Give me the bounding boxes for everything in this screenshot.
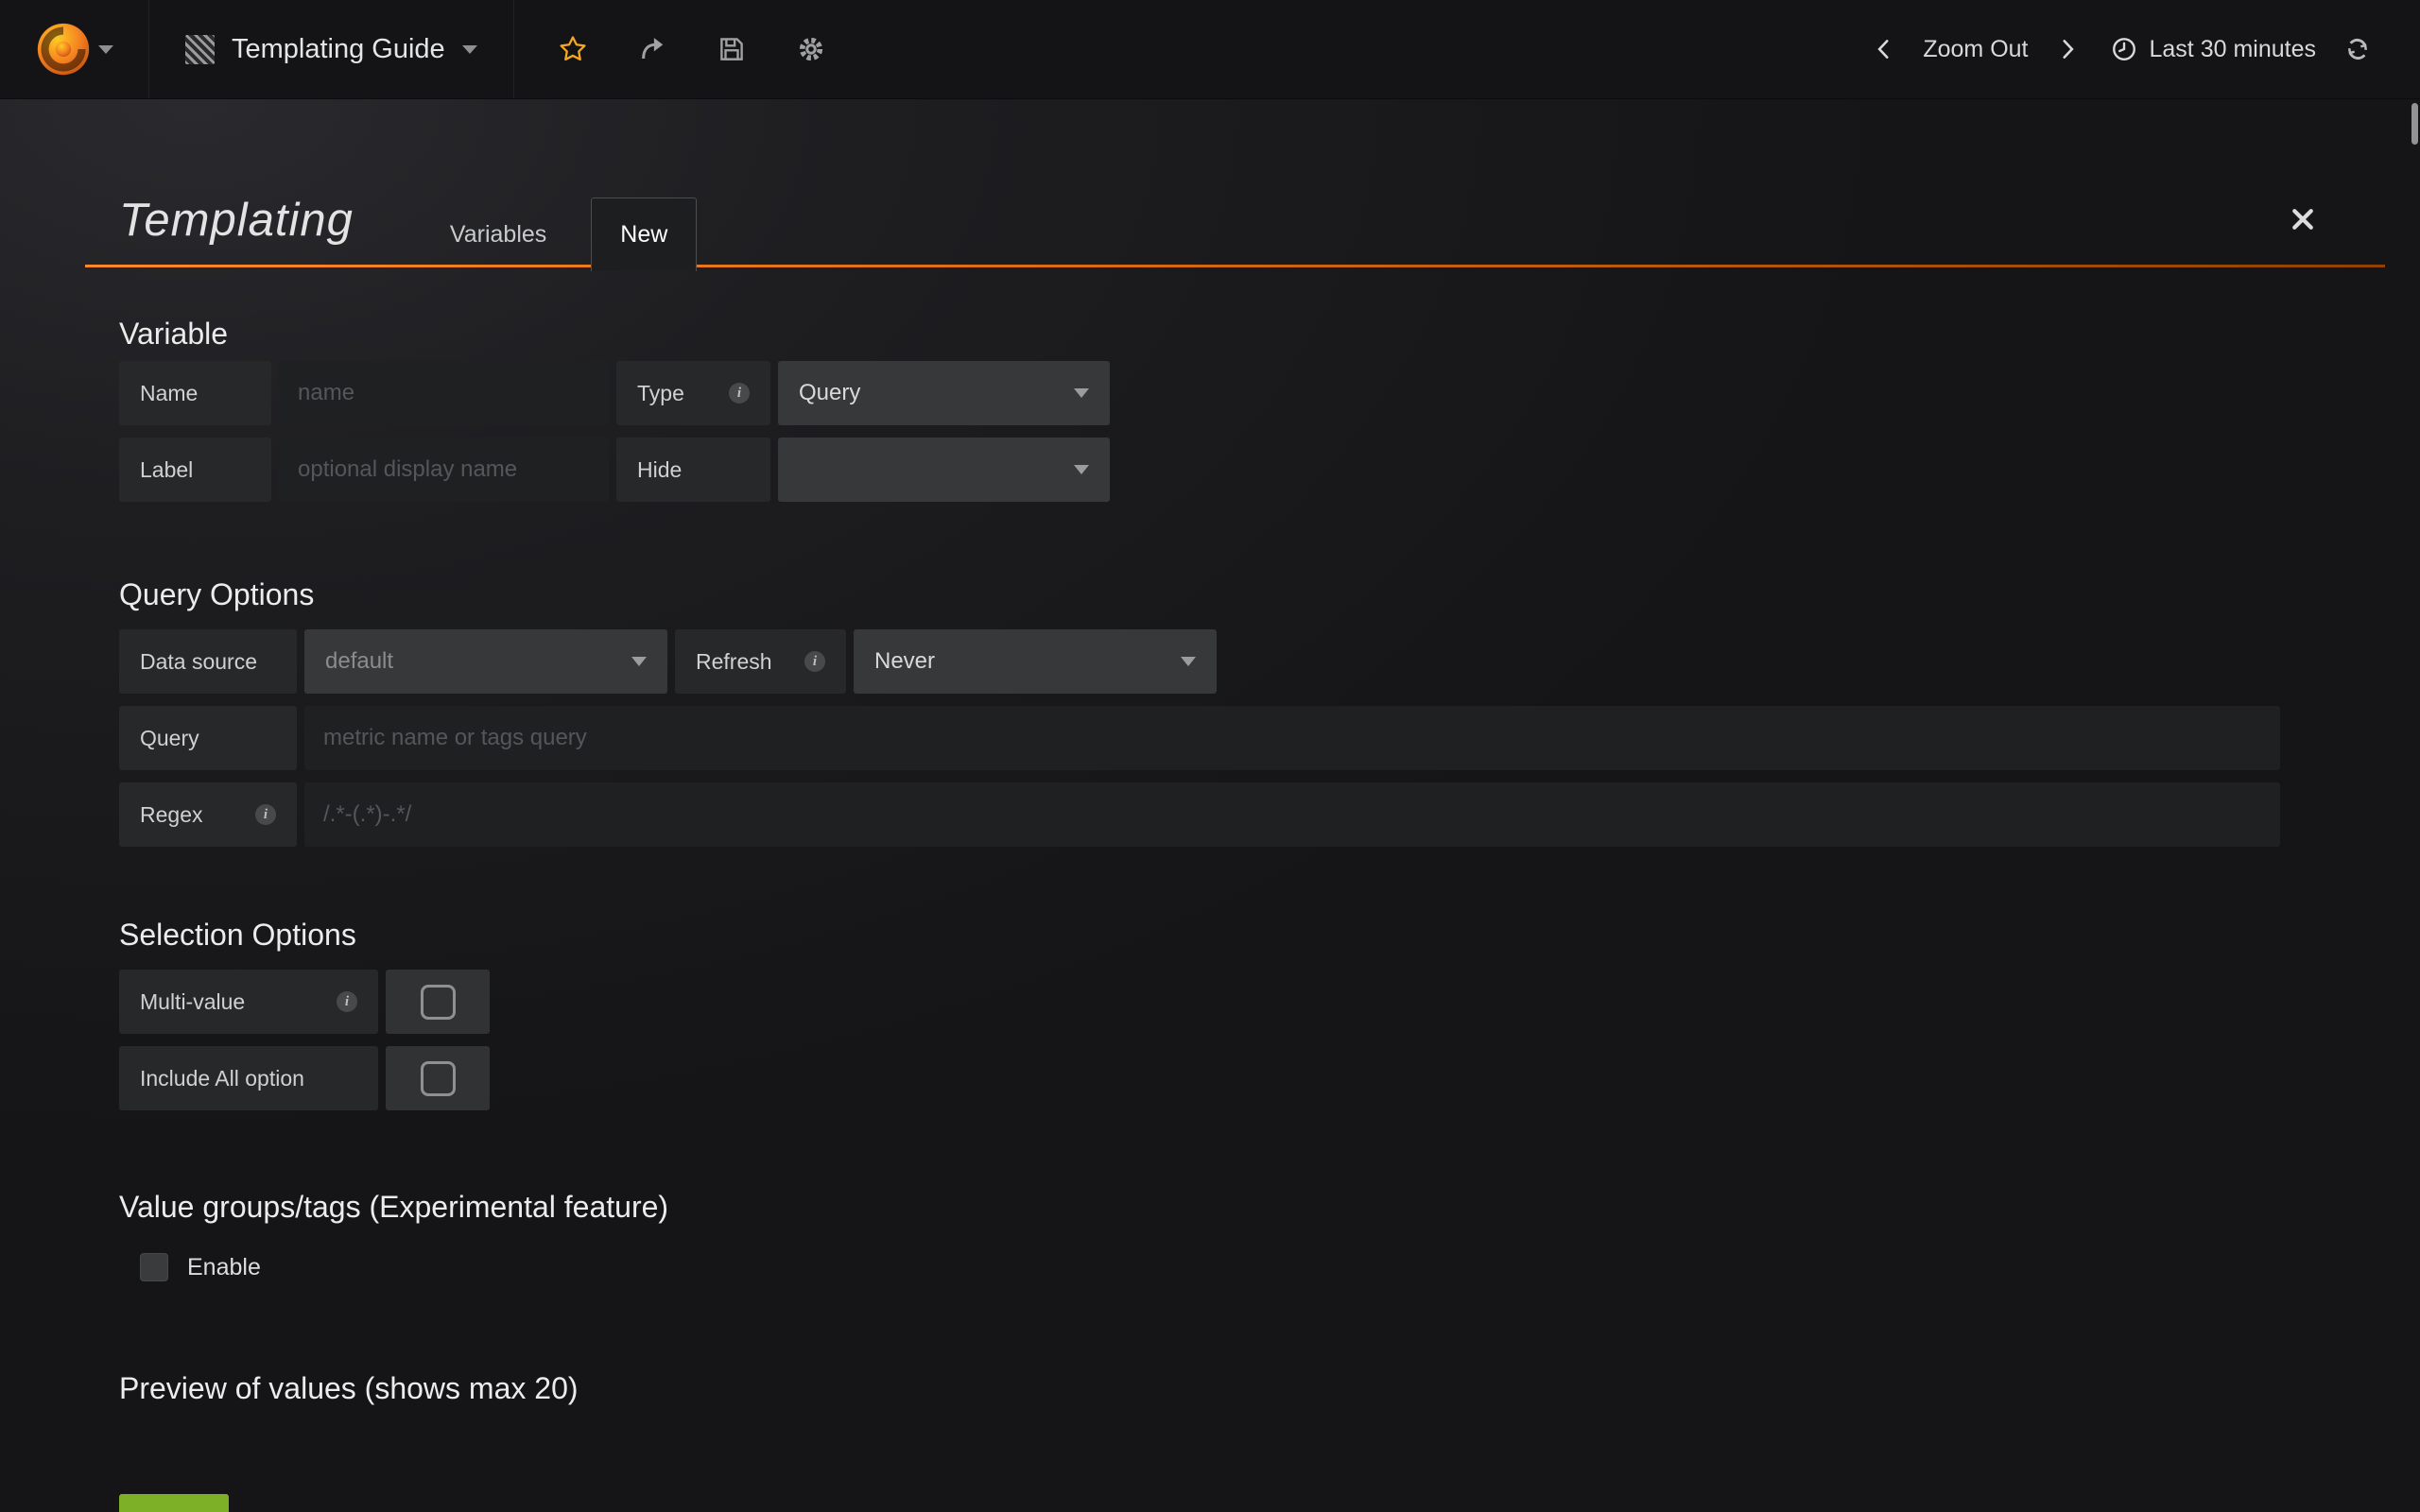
caret-down-icon [462,45,477,54]
refresh-label: Refresh i [675,629,846,694]
data-source-value: default [325,648,393,675]
hide-select[interactable] [778,438,1110,502]
close-icon [2289,205,2317,233]
info-icon: i [804,651,825,672]
section-heading-variable: Variable [119,317,2280,352]
dashboard-page: Templating Variables New Variable Name T… [0,99,2420,1512]
star-icon [558,34,588,64]
variable-label-row: Label Hide [119,438,2280,502]
section-heading-query-options: Query Options [119,577,2280,612]
settings-button[interactable] [796,34,826,64]
include-all-checkbox[interactable] [386,1046,490,1110]
share-icon [638,35,666,63]
section-heading-selection-options: Selection Options [119,918,2280,953]
top-navbar: Templating Guide [0,0,2420,99]
page-title: Templating [119,194,354,247]
info-icon: i [255,804,276,825]
caret-down-icon [98,45,113,54]
multi-value-label: Multi-value i [119,970,378,1034]
save-button[interactable] [717,34,747,64]
gear-icon [796,34,826,64]
multi-value-checkbox[interactable] [386,970,490,1034]
info-icon: i [337,991,357,1012]
add-button[interactable]: Add [119,1494,229,1512]
save-icon [717,35,746,63]
refresh-icon [2342,34,2373,64]
caret-down-icon [1074,465,1089,474]
label-label: Label [119,438,271,502]
checkbox-unchecked-icon [421,1061,456,1096]
caret-down-icon [1181,657,1196,666]
caret-down-icon [631,657,647,666]
chevron-right-icon [2055,35,2080,63]
time-range-picker[interactable]: Last 30 minutes [2097,35,2330,63]
type-select[interactable]: Query [778,361,1110,425]
time-forward-button[interactable] [2051,33,2083,65]
query-input[interactable] [304,706,2280,770]
enable-checkbox[interactable] [140,1253,168,1281]
checkbox-unchecked-icon [421,985,456,1020]
query-label: Query [119,706,297,770]
hide-label: Hide [616,438,770,502]
time-back-button[interactable] [1868,33,1900,65]
regex-row: Regex i [119,782,2280,847]
templating-header: Templating Variables New [85,99,2385,267]
multi-value-row: Multi-value i [119,970,2280,1034]
tab-new[interactable]: New [591,198,697,271]
refresh-value: Never [874,648,935,675]
regex-input[interactable] [304,782,2280,847]
enable-label: Enable [187,1254,261,1281]
caret-down-icon [1074,388,1089,398]
query-row: Query [119,706,2280,770]
data-source-label: Data source [119,629,297,694]
grafana-menu-button[interactable] [0,0,148,98]
refresh-button[interactable] [2342,34,2373,64]
star-button[interactable] [558,34,588,64]
time-range-label: Last 30 minutes [2150,36,2317,63]
dashboard-grid-icon [185,35,215,64]
scrollbar[interactable] [2411,103,2418,145]
dashboard-title: Templating Guide [232,34,445,65]
type-label: Type i [616,361,770,425]
name-label: Name [119,361,271,425]
share-button[interactable] [637,34,667,64]
type-select-value: Query [799,380,860,406]
regex-label: Regex i [119,782,297,847]
clock-icon [2110,35,2138,63]
variable-name-row: Name Type i Query [119,361,2280,425]
name-input[interactable] [279,361,609,425]
grafana-logo-icon [36,22,91,77]
chevron-left-icon [1872,35,1896,63]
close-button[interactable] [2287,203,2319,235]
tab-variables[interactable]: Variables [429,221,567,249]
enable-checkbox-row[interactable]: Enable [140,1253,2280,1281]
label-input[interactable] [279,438,609,502]
dashboard-title-button[interactable]: Templating Guide [148,0,514,98]
datasource-row: Data source default Refresh i Never [119,629,2280,694]
include-all-label: Include All option [119,1046,378,1110]
section-heading-preview: Preview of values (shows max 20) [119,1371,2280,1406]
zoom-out-button[interactable]: Zoom Out [1913,36,2037,63]
section-heading-value-groups: Value groups/tags (Experimental feature) [119,1190,2280,1225]
info-icon: i [729,383,750,404]
refresh-select[interactable]: Never [854,629,1217,694]
data-source-select[interactable]: default [304,629,667,694]
include-all-row: Include All option [119,1046,2280,1110]
